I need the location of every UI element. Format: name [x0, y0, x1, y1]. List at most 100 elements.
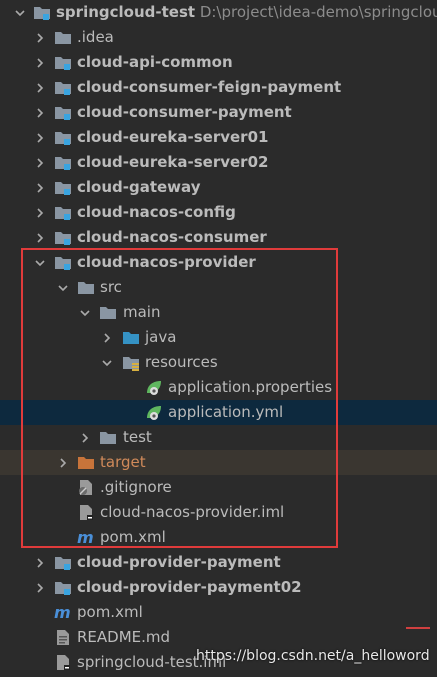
module-folder-icon: [54, 229, 72, 246]
spring-config-icon: [145, 404, 163, 421]
module-file-icon: [77, 504, 95, 521]
module-folder-icon: [54, 54, 72, 71]
tree-label: cloud-consumer-feign-payment: [77, 78, 342, 96]
chevron-down-icon[interactable]: [77, 300, 93, 325]
folder-icon: [54, 29, 72, 46]
tree-row-readme[interactable]: README.md: [0, 625, 437, 650]
chevron-right-icon[interactable]: [32, 225, 48, 250]
tree-row-root-pom[interactable]: m pom.xml: [0, 600, 437, 625]
tree-label: cloud-nacos-provider.iml: [100, 503, 285, 521]
root-project-name: springcloud-test: [56, 3, 196, 21]
tree-label: cloud-nacos-config: [77, 203, 236, 221]
tree-label: cloud-eureka-server01: [77, 128, 269, 146]
chevron-right-icon[interactable]: [99, 325, 115, 350]
svg-text:m: m: [77, 529, 94, 546]
tree-row-app-properties[interactable]: application.properties: [0, 375, 437, 400]
tree-label: .gitignore: [100, 478, 172, 496]
tree-label: target: [100, 453, 146, 471]
folder-icon: [77, 279, 95, 296]
module-folder-icon: [54, 554, 72, 571]
tree-label: application.properties: [168, 378, 333, 396]
tree-row-nacos-provider[interactable]: cloud-nacos-provider: [0, 250, 437, 275]
tree-label: pom.xml: [77, 603, 143, 621]
chevron-right-icon[interactable]: [32, 100, 48, 125]
module-folder-icon: [33, 4, 51, 21]
tree-label: cloud-provider-payment: [77, 553, 281, 571]
chevron-down-icon[interactable]: [32, 250, 48, 275]
tree-row-test[interactable]: test: [0, 425, 437, 450]
chevron-right-icon[interactable]: [32, 200, 48, 225]
tree-label: .idea: [77, 28, 114, 46]
module-folder-icon: [54, 179, 72, 196]
chevron-right-icon[interactable]: [32, 575, 48, 600]
chevron-right-icon[interactable]: [32, 125, 48, 150]
tree-row-provider-pom[interactable]: m pom.xml: [0, 525, 437, 550]
tree-label: cloud-consumer-payment: [77, 103, 292, 121]
module-folder-icon: [54, 579, 72, 596]
tree-label: README.md: [77, 628, 171, 646]
tree-label: cloud-nacos-consumer: [77, 228, 267, 246]
tree-row-module[interactable]: cloud-consumer-payment: [0, 100, 437, 125]
chevron-down-icon[interactable]: [12, 0, 28, 25]
watermark: https://blog.csdn.net/a_helloword: [196, 648, 430, 664]
chevron-right-icon[interactable]: [32, 50, 48, 75]
tree-label: resources: [145, 353, 218, 371]
chevron-down-icon[interactable]: [55, 275, 71, 300]
chevron-right-icon[interactable]: [32, 75, 48, 100]
folder-icon: [99, 429, 117, 446]
module-folder-icon: [54, 79, 72, 96]
tree-label: src: [100, 278, 122, 296]
module-folder-icon: [54, 104, 72, 121]
tree-row-provider-iml[interactable]: cloud-nacos-provider.iml: [0, 500, 437, 525]
tree-label: cloud-api-common: [77, 53, 233, 71]
tree-row-module[interactable]: cloud-api-common: [0, 50, 437, 75]
root-project-path: D:\project\idea-demo\springclou: [199, 3, 437, 21]
tree-label: main: [123, 303, 161, 321]
chevron-right-icon[interactable]: [32, 150, 48, 175]
tree-row-target[interactable]: target: [0, 450, 437, 475]
source-folder-icon: [122, 329, 140, 346]
tree-label: cloud-gateway: [77, 178, 201, 196]
tree-row-module[interactable]: cloud-eureka-server01: [0, 125, 437, 150]
module-file-icon: [54, 654, 72, 671]
project-tree: springcloud-test D:\project\idea-demo\sp…: [0, 0, 437, 675]
tree-row-module[interactable]: cloud-nacos-consumer: [0, 225, 437, 250]
tree-row-module[interactable]: cloud-gateway: [0, 175, 437, 200]
tree-row-src[interactable]: src: [0, 275, 437, 300]
tree-label: pom.xml: [100, 528, 166, 546]
tree-row-idea[interactable]: .idea: [0, 25, 437, 50]
ignored-file-icon: [77, 479, 95, 496]
markdown-file-icon: [54, 629, 72, 646]
tree-row-module[interactable]: cloud-eureka-server02: [0, 150, 437, 175]
tree-row-module[interactable]: cloud-consumer-feign-payment: [0, 75, 437, 100]
tree-label: cloud-nacos-provider: [77, 253, 256, 271]
resources-folder-icon: [122, 354, 140, 371]
tree-row-module[interactable]: cloud-nacos-config: [0, 200, 437, 225]
module-folder-icon: [54, 154, 72, 171]
chevron-right-icon[interactable]: [32, 550, 48, 575]
chevron-right-icon[interactable]: [77, 425, 93, 450]
tree-row-module[interactable]: cloud-provider-payment: [0, 550, 437, 575]
excluded-folder-icon: [77, 454, 95, 471]
chevron-down-icon[interactable]: [99, 350, 115, 375]
tree-row-resources[interactable]: resources: [0, 350, 437, 375]
tree-label: cloud-eureka-server02: [77, 153, 269, 171]
module-folder-icon: [54, 204, 72, 221]
chevron-right-icon[interactable]: [32, 25, 48, 50]
tree-row-module[interactable]: cloud-provider-payment02: [0, 575, 437, 600]
module-folder-icon: [54, 129, 72, 146]
module-folder-icon: [54, 254, 72, 271]
red-mark: [406, 627, 430, 629]
tree-row-java[interactable]: java: [0, 325, 437, 350]
maven-icon: m: [77, 529, 95, 546]
tree-row-main[interactable]: main: [0, 300, 437, 325]
tree-row-app-yml[interactable]: application.yml: [0, 400, 437, 425]
tree-label: test: [123, 428, 152, 446]
chevron-right-icon[interactable]: [32, 175, 48, 200]
maven-icon: m: [54, 604, 72, 621]
folder-icon: [99, 304, 117, 321]
tree-row-gitignore[interactable]: .gitignore: [0, 475, 437, 500]
chevron-right-icon[interactable]: [55, 450, 71, 475]
tree-row-root[interactable]: springcloud-test D:\project\idea-demo\sp…: [0, 0, 437, 25]
tree-label: java: [145, 328, 177, 346]
